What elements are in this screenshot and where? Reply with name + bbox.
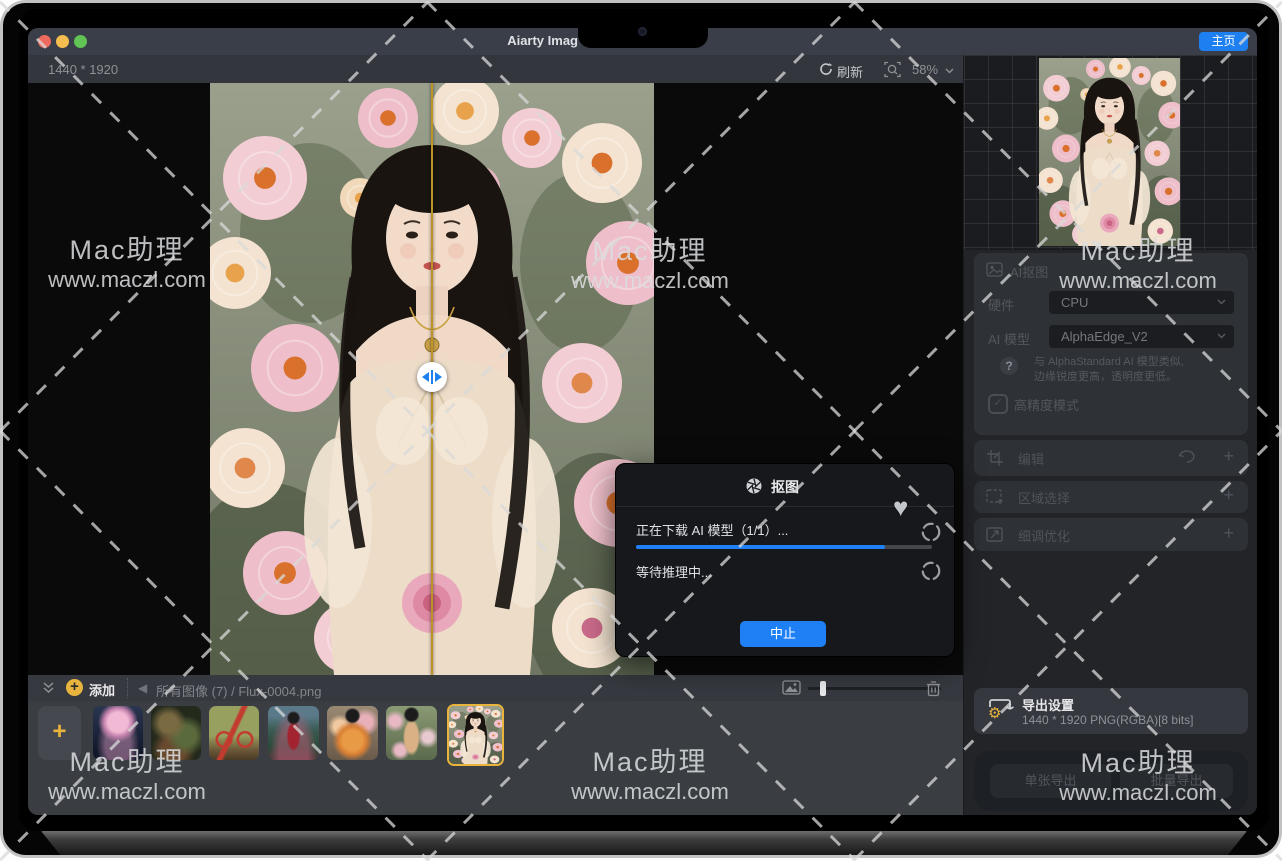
export-settings-card[interactable]: ⚙ 导出设置 1440 * 1920 PNG(RGBA)[8 bits]	[974, 688, 1248, 734]
region-select-label: 区域选择	[1018, 488, 1070, 507]
filmstrip: +	[28, 701, 963, 815]
thumbnail-size-slider[interactable]	[808, 687, 941, 690]
model-value: AlphaEdge_V2	[1061, 329, 1148, 344]
image-dimensions-label: 1440 * 1920	[48, 62, 118, 77]
thumbnail-woman-red-dress[interactable]	[268, 706, 319, 760]
export-buttons-group: 单张导出 批量导出	[974, 751, 1248, 811]
inference-task-label: 等待推理中...	[636, 562, 712, 581]
refine-icon	[986, 527, 1004, 543]
chevron-right-icon	[435, 372, 442, 382]
expand-plus-icon[interactable]: +	[1223, 523, 1234, 544]
screen: Aiarty Imag 主页 1440 * 1920 刷新 58%	[19, 9, 1269, 831]
panel-title: AI抠图	[1010, 262, 1048, 281]
download-task-label: 正在下载 AI 模型（1/1）...	[636, 520, 788, 539]
breadcrumb: 所有图像 (7) / Flux-0004.png	[156, 681, 321, 700]
dialog-separator	[616, 506, 954, 507]
window-title: Aiarty Imag	[507, 33, 578, 48]
spinner-icon	[920, 521, 942, 543]
thumbnail-woman-cream-dress-selected[interactable]	[447, 704, 504, 766]
expand-plus-icon[interactable]: +	[1223, 446, 1234, 467]
minimize-button[interactable]	[56, 35, 69, 48]
chevron-left-icon	[422, 372, 429, 382]
abort-button[interactable]: 中止	[740, 621, 826, 647]
zoom-level-value[interactable]: 58%	[912, 62, 938, 77]
chevron-down-icon	[1217, 299, 1226, 305]
dialog-title: 抠图	[616, 477, 954, 497]
compare-slider-handle[interactable]	[417, 362, 447, 392]
notch	[578, 9, 708, 48]
laptop-hinge	[41, 831, 1247, 855]
thumbnail-forest-owl[interactable]	[151, 706, 201, 760]
canvas-toolbar: 1440 * 1920 刷新 58%	[28, 55, 963, 84]
zoom-magnifier-icon[interactable]	[884, 61, 901, 78]
home-button[interactable]: 主页	[1199, 32, 1248, 51]
toolbar-divider	[127, 678, 128, 698]
export-settings-title: 导出设置	[1022, 695, 1074, 714]
close-button[interactable]	[38, 35, 51, 48]
add-image-tile[interactable]: +	[38, 706, 81, 760]
thumbnail-woman-among-flowers[interactable]	[386, 706, 437, 760]
edit-icon	[986, 449, 1004, 467]
thumbnail-woman-orange-bouquet[interactable]	[327, 706, 378, 760]
thumbnail-red-bicycle[interactable]	[209, 706, 259, 760]
model-select[interactable]: AlphaEdge_V2	[1049, 325, 1234, 348]
back-arrow-icon[interactable]: ◀	[138, 681, 147, 695]
precision-label: 高精度模式	[1014, 395, 1079, 414]
add-images-button[interactable]: 添加	[89, 680, 115, 699]
collapse-double-chevron-icon[interactable]	[42, 681, 55, 695]
expand-plus-icon[interactable]: +	[1223, 485, 1234, 506]
hardware-select[interactable]: CPU	[1049, 291, 1234, 314]
model-label: AI 模型	[988, 329, 1030, 348]
thumbnail-jellyfish[interactable]	[93, 706, 143, 760]
hardware-value: CPU	[1061, 295, 1088, 310]
edit-label: 编辑	[1018, 449, 1044, 468]
result-preview-area	[964, 55, 1257, 250]
spinner-icon	[920, 560, 942, 582]
ai-matting-panel: AI抠图 硬件 CPU AI 模型 AlphaEdge_V2 ? 与 Alpha…	[974, 253, 1248, 435]
matting-progress-dialog: 抠图 正在下载 AI 模型（1/1）... 等待推理中... 中止	[615, 463, 955, 657]
result-preview-image	[1039, 58, 1180, 246]
trash-icon[interactable]	[926, 680, 941, 697]
download-progress-fill	[636, 545, 885, 549]
refine-panel[interactable]: 细调优化 +	[974, 518, 1248, 551]
webcam-icon	[638, 27, 647, 36]
model-hint-line2: 边缘锐度更高，透明度更低。	[1034, 368, 1177, 384]
handle-divider	[431, 370, 433, 384]
refresh-icon[interactable]	[819, 62, 833, 76]
undo-icon[interactable]	[1178, 450, 1196, 464]
app-window: Aiarty Imag 主页 1440 * 1920 刷新 58%	[28, 28, 1257, 815]
chevron-down-icon	[1217, 333, 1226, 339]
precision-checkbox[interactable]: ✓	[988, 394, 1008, 414]
maximize-button[interactable]	[74, 35, 87, 48]
gear-icon: ⚙	[988, 704, 1001, 722]
refine-label: 细调优化	[1018, 526, 1070, 545]
region-select-panel[interactable]: 区域选择 +	[974, 481, 1248, 513]
region-select-icon	[986, 489, 1004, 505]
refresh-label[interactable]: 刷新	[837, 62, 863, 81]
export-batch-button[interactable]: 批量导出	[1120, 764, 1233, 798]
download-progress-track	[636, 545, 932, 549]
add-plus-icon: +	[66, 679, 83, 696]
hardware-label: 硬件	[988, 295, 1014, 314]
zoom-chevron-down-icon[interactable]	[945, 68, 954, 74]
edit-panel[interactable]: 编辑 +	[974, 440, 1248, 476]
help-icon: ?	[1000, 357, 1018, 375]
export-single-button[interactable]: 单张导出	[990, 764, 1111, 798]
right-panel: AI抠图 硬件 CPU AI 模型 AlphaEdge_V2 ? 与 Alpha…	[963, 55, 1257, 815]
export-settings-subtitle: 1440 * 1920 PNG(RGBA)[8 bits]	[1022, 713, 1193, 727]
ai-matting-icon	[986, 262, 1003, 277]
model-hint-line1: 与 AlphaStandard AI 模型类似,	[1034, 353, 1184, 369]
laptop-frame: Aiarty Imag 主页 1440 * 1920 刷新 58%	[0, 0, 1282, 858]
filmstrip-toolbar: + 添加 ◀ 所有图像 (7) / Flux-0004.png	[28, 675, 963, 702]
thumbnail-size-slider-thumb[interactable]	[820, 681, 826, 696]
thumbnail-size-image-icon	[782, 680, 801, 695]
